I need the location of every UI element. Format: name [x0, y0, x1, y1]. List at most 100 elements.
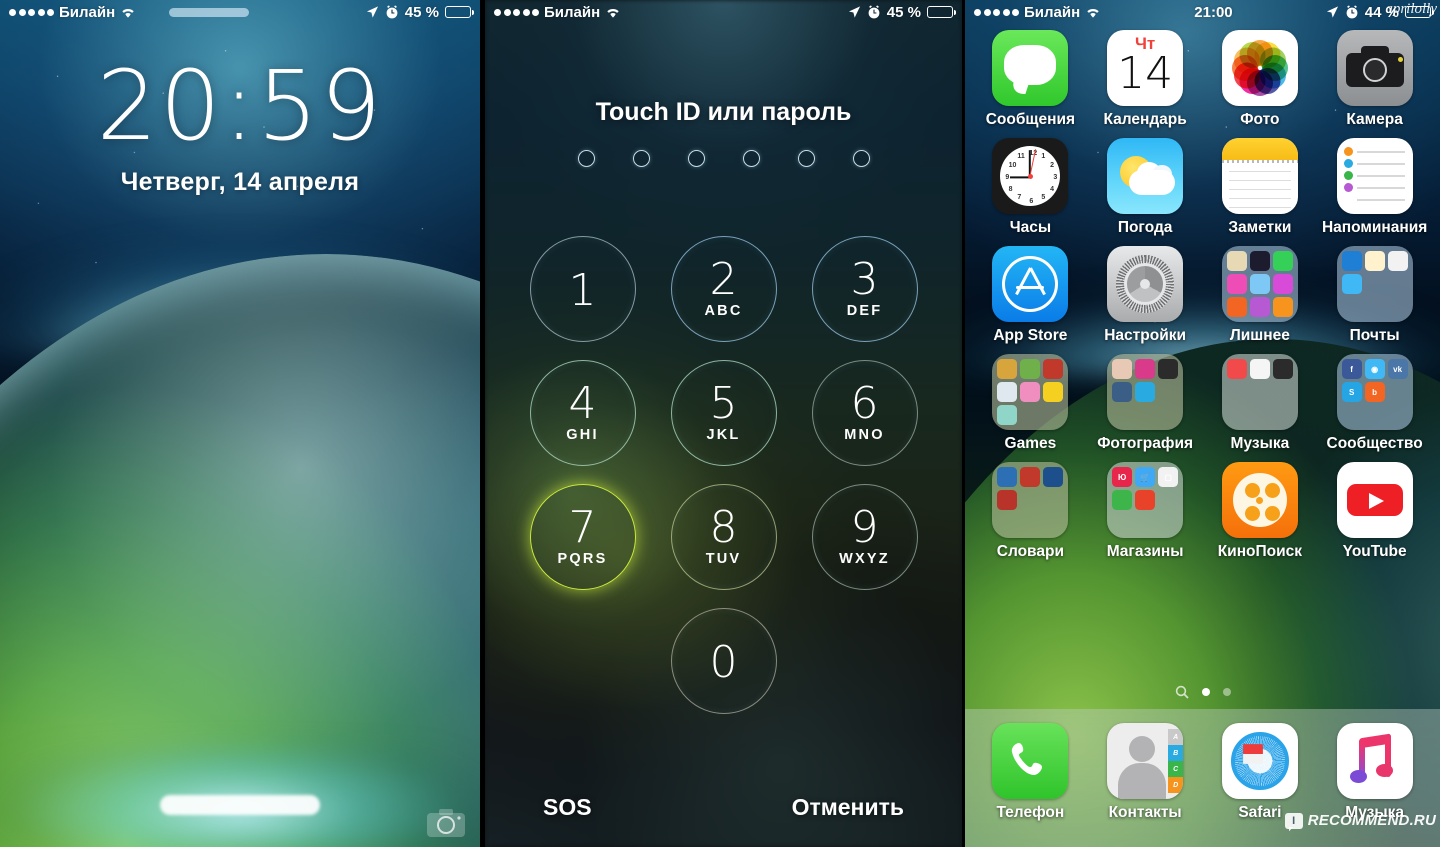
passcode-dot — [852, 150, 870, 167]
app-label: Календарь — [1103, 111, 1187, 128]
app-label: Часы — [1009, 219, 1052, 236]
folder-mini-icon — [1226, 297, 1247, 317]
folder-mini-icon: ▢ — [1158, 467, 1179, 487]
passcode-dot — [687, 150, 705, 167]
folder-mini-icon — [1112, 382, 1133, 402]
dock-item-1[interactable]: A B C D Контакты — [1088, 723, 1203, 822]
dock-item-3[interactable]: Музыка — [1317, 723, 1432, 822]
wifi-icon — [120, 6, 136, 19]
status-time-home: 21:00 — [1194, 3, 1233, 21]
folder-mini-icon — [1020, 467, 1041, 487]
passcode-dot — [577, 150, 595, 167]
folder-mini-icon — [1043, 490, 1063, 510]
lock-screen-panel: Билайн 45 % 20:59 Четверг, 14 апреля — [0, 0, 480, 847]
app-item-11[interactable]: Почты — [1317, 246, 1432, 345]
folder-mini-icon — [1388, 382, 1408, 402]
folder-mini-icon — [1135, 490, 1156, 510]
alarm-clock-icon — [1345, 5, 1359, 19]
cancel-button[interactable]: Отменить — [792, 794, 904, 821]
app-item-6[interactable]: Заметки — [1203, 138, 1318, 237]
folder-mini-icon — [1043, 513, 1063, 533]
folder-icon — [992, 354, 1069, 430]
keypad-key-6[interactable]: 6 MNO — [811, 360, 918, 466]
folder-mini-icon — [1043, 467, 1064, 487]
dock-label: Safari — [1238, 804, 1282, 821]
app-item-1[interactable]: Чт 14 Календарь — [1088, 30, 1203, 129]
keypad-key-2[interactable]: 2 ABC — [670, 236, 777, 342]
keypad-key-4[interactable]: 4 GHI — [529, 360, 636, 466]
app-item-12[interactable]: Games — [973, 354, 1088, 453]
folder-mini-icon — [1043, 382, 1064, 402]
keypad-key-1[interactable]: 1 — [529, 236, 636, 342]
page-dot-2[interactable] — [1222, 688, 1231, 696]
app-label: Словари — [996, 543, 1064, 560]
app-item-2[interactable]: Фото — [1203, 30, 1318, 129]
home-indicator[interactable] — [160, 795, 320, 815]
folder-mini-icon — [1020, 382, 1041, 402]
folder-mini-icon — [1341, 251, 1362, 271]
app-item-15[interactable]: f ◉ vk Sb Сообщество — [1317, 354, 1432, 453]
app-item-0[interactable]: Сообщения — [973, 30, 1088, 129]
keypad-key-3[interactable]: 3 DEF — [811, 236, 918, 342]
battery-percent-passcode: 45 % — [886, 3, 921, 21]
folder-mini-icon — [1342, 297, 1362, 317]
dock-item-2[interactable]: Safari — [1203, 723, 1318, 822]
folder-mini-icon — [1112, 513, 1132, 533]
dock-item-0[interactable]: Телефон — [973, 723, 1088, 822]
app-item-18[interactable]: КиноПоиск — [1203, 462, 1318, 561]
folder-mini-icon — [1020, 359, 1041, 379]
keypad-key-number: 6 — [850, 378, 879, 430]
keypad-key-5[interactable]: 5 JKL — [670, 360, 777, 466]
messages-icon — [992, 30, 1069, 106]
app-item-17[interactable]: Ю 🛒 ▢ Магазины — [1088, 462, 1203, 561]
app-label: Заметки — [1228, 219, 1292, 236]
lock-time: 20:59 — [96, 50, 384, 162]
app-item-16[interactable]: Словари — [973, 462, 1088, 561]
folder-mini-icon — [1020, 513, 1040, 533]
app-label: Сообщения — [985, 111, 1076, 128]
app-item-3[interactable]: Камера — [1317, 30, 1432, 129]
page-indicator — [965, 685, 1440, 699]
keypad-key-number: 1 — [568, 265, 597, 317]
watermark-top: aprilolly — [1385, 1, 1437, 17]
app-item-4[interactable]: 121234567891011 Часы — [973, 138, 1088, 237]
folder-mini-icon: S — [1341, 382, 1362, 402]
app-item-19[interactable]: YouTube — [1317, 462, 1432, 561]
sos-button[interactable]: SOS — [543, 794, 592, 821]
settings-icon — [1107, 246, 1184, 322]
keypad-key-9[interactable]: 9 WXYZ — [811, 484, 918, 590]
camera-shortcut-icon[interactable] — [426, 807, 466, 839]
keypad-key-number: 5 — [709, 378, 738, 430]
folder-mini-icon — [1250, 405, 1270, 425]
page-dot-1[interactable] — [1201, 688, 1210, 696]
app-label: Камера — [1346, 111, 1403, 128]
folder-mini-icon — [1043, 405, 1063, 425]
folder-mini-icon — [1226, 359, 1247, 379]
passcode-keypad[interactable]: 1 2 ABC 3 DEF 4 GHI 5 JKL 6 MNO 7 PQRS 8 TUV 9 WXYZ 0 — [485, 236, 962, 714]
watermark-bottom-label: RECOMMEND.RU — [1307, 812, 1436, 829]
home-screen-panel: Билайн 21:00 44 % Сообщения Чт 14 Календарь… — [965, 0, 1440, 847]
folder-mini-icon — [997, 467, 1018, 487]
calendar-icon: Чт 14 — [1107, 30, 1184, 106]
keypad-key-0[interactable]: 0 — [670, 608, 777, 714]
app-item-13[interactable]: Фотография — [1088, 354, 1203, 453]
app-item-7[interactable]: Напоминания — [1317, 138, 1432, 237]
search-icon[interactable] — [1175, 685, 1189, 699]
keypad-key-number: 0 — [709, 637, 738, 689]
keypad-key-letters: WXYZ — [839, 550, 890, 567]
app-label: YouTube — [1342, 543, 1407, 560]
app-item-9[interactable]: Настройки — [1088, 246, 1203, 345]
app-label: App Store — [993, 327, 1068, 344]
alarm-clock-icon — [385, 5, 399, 19]
app-label: Настройки — [1104, 327, 1187, 344]
folder-mini-icon — [1388, 297, 1408, 317]
keypad-key-7[interactable]: 7 PQRS — [529, 484, 636, 590]
app-item-10[interactable]: Лишнее — [1203, 246, 1318, 345]
app-item-14[interactable]: Музыка — [1203, 354, 1318, 453]
keypad-key-8[interactable]: 8 TUV — [670, 484, 777, 590]
keypad-key-number: 3 — [850, 254, 879, 306]
folder-mini-icon: b — [1364, 382, 1385, 402]
app-item-5[interactable]: Погода — [1088, 138, 1203, 237]
app-item-8[interactable]: App Store — [973, 246, 1088, 345]
keypad-row: 7 PQRS 8 TUV 9 WXYZ — [529, 484, 918, 590]
